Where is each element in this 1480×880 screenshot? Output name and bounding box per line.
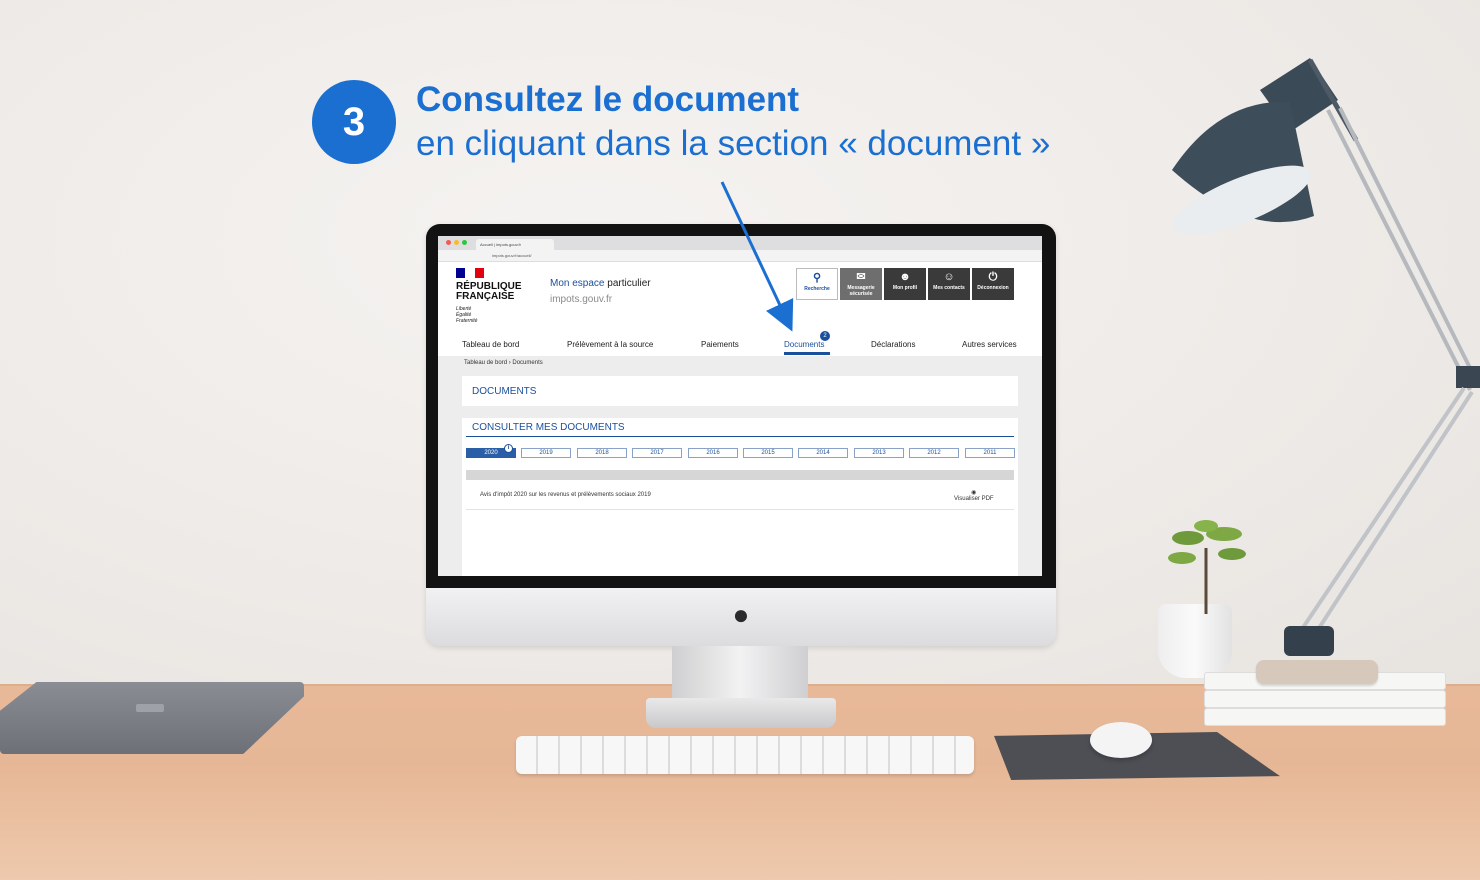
contacts-icon: ☺ xyxy=(943,271,955,283)
secure-messaging-button[interactable]: ✉ Messagerie sécurisée xyxy=(840,268,882,300)
close-window-icon[interactable] xyxy=(446,240,451,245)
search-button[interactable]: ⚲ Recherche xyxy=(796,268,838,300)
breadcrumb-documents: Documents xyxy=(512,360,543,366)
title-underline xyxy=(466,436,1014,437)
step-title: Consultez le document xyxy=(416,80,800,119)
year-tab-2012[interactable]: 2012 xyxy=(909,448,959,458)
screen: Accueil | impots.gouv.fr impots.gouv.fr/… xyxy=(438,236,1042,576)
document-name: Avis d'impôt 2020 sur les revenus et pré… xyxy=(480,492,651,498)
breadcrumb: Tableau de bord › Documents xyxy=(464,360,543,366)
marianne-flag-logo xyxy=(456,268,484,278)
contacts-button-label: Mes contacts xyxy=(933,285,965,291)
power-icon: ⏻ xyxy=(988,271,998,283)
keyboard xyxy=(516,736,974,774)
view-pdf-link[interactable]: ◉ Visualiser PDF xyxy=(954,489,994,502)
nav-declarations[interactable]: Déclarations xyxy=(871,340,915,349)
plant-pot xyxy=(1158,604,1232,678)
maximize-window-icon[interactable] xyxy=(462,240,467,245)
step-subtitle: en cliquant dans la section « document » xyxy=(416,124,1051,163)
profile-button-label: Mon profil xyxy=(892,285,918,291)
mail-icon: ✉ xyxy=(856,271,866,283)
year-tab-2015[interactable]: 2015 xyxy=(743,448,793,458)
francaise-text: FRANÇAISE xyxy=(456,291,515,302)
nav-autres-services[interactable]: Autres services xyxy=(962,340,1017,349)
consulter-title: CONSULTER MES DOCUMENTS xyxy=(472,422,625,433)
browser-tab-bar: Accueil | impots.gouv.fr xyxy=(438,236,1042,250)
republique-francaise-logo[interactable]: RÉPUBLIQUE FRANÇAISE xyxy=(456,282,536,302)
laptop-logo xyxy=(136,704,164,712)
consulter-documents-card: CONSULTER MES DOCUMENTS 2020 i 2019 2018… xyxy=(462,418,1018,576)
breadcrumb-separator: › xyxy=(508,360,511,366)
step-number-badge: 3 xyxy=(312,80,396,164)
space-title: Mon espace particulier xyxy=(550,278,651,289)
site-domain: impots.gouv.fr xyxy=(550,294,613,305)
document-row[interactable]: Avis d'impôt 2020 sur les revenus et pré… xyxy=(466,480,1014,510)
document-list-header xyxy=(466,470,1014,480)
monitor-stand-base xyxy=(646,698,836,728)
motto: Liberté Égalité Fraternité xyxy=(456,306,496,324)
user-icon: ☻ xyxy=(899,271,911,283)
secure-messaging-label: Messagerie sécurisée xyxy=(847,285,875,297)
monitor-stand xyxy=(672,646,808,702)
year-tab-2014[interactable]: 2014 xyxy=(798,448,848,458)
space-title-prefix: Mon espace xyxy=(550,278,605,289)
browser-tab[interactable]: Accueil | impots.gouv.fr xyxy=(476,239,554,250)
format-label: PDF xyxy=(981,496,994,502)
info-icon[interactable]: i xyxy=(504,444,513,453)
address-bar[interactable]: impots.gouv.fr/accueil/ xyxy=(438,250,1042,262)
minimize-window-icon[interactable] xyxy=(454,240,459,245)
year-tab-2016[interactable]: 2016 xyxy=(688,448,738,458)
year-tab-2013[interactable]: 2013 xyxy=(854,448,904,458)
logout-button[interactable]: ⏻ Déconnexion xyxy=(972,268,1014,300)
contacts-button[interactable]: ☺ Mes contacts xyxy=(928,268,970,300)
nav-active-indicator xyxy=(784,352,830,355)
nav-tableau-de-bord[interactable]: Tableau de bord xyxy=(462,340,519,349)
documents-header-card: DOCUMENTS xyxy=(462,376,1018,406)
space-title-suffix: particulier xyxy=(604,278,651,289)
nav-prelevement-source[interactable]: Prélèvement à la source xyxy=(567,340,653,349)
plant xyxy=(1168,520,1246,614)
logout-button-label: Déconnexion xyxy=(977,285,1009,291)
year-tab-2019[interactable]: 2019 xyxy=(521,448,571,458)
year-tab-2011[interactable]: 2011 xyxy=(965,448,1015,458)
breadcrumb-tableau-de-bord[interactable]: Tableau de bord xyxy=(464,360,507,366)
year-tab-2017[interactable]: 2017 xyxy=(632,448,682,458)
nav-documents[interactable]: Documents xyxy=(784,340,824,349)
motto-fraternite: Fraternité xyxy=(456,318,478,324)
mouse xyxy=(1090,722,1152,758)
apple-logo-icon: ● xyxy=(732,599,750,630)
eye-icon: ◉ xyxy=(971,490,977,496)
documents-count-badge: 2 xyxy=(820,331,830,341)
profile-button[interactable]: ☻ Mon profil xyxy=(884,268,926,300)
year-tab-2018[interactable]: 2018 xyxy=(577,448,627,458)
nav-paiements[interactable]: Paiements xyxy=(701,340,739,349)
search-button-label: Recherche xyxy=(804,286,830,292)
view-label: Visualiser xyxy=(954,496,980,502)
smartphone xyxy=(1256,660,1378,684)
url-text[interactable]: impots.gouv.fr/accueil/ xyxy=(492,253,532,258)
documents-title: DOCUMENTS xyxy=(472,386,537,397)
search-icon: ⚲ xyxy=(812,272,822,284)
